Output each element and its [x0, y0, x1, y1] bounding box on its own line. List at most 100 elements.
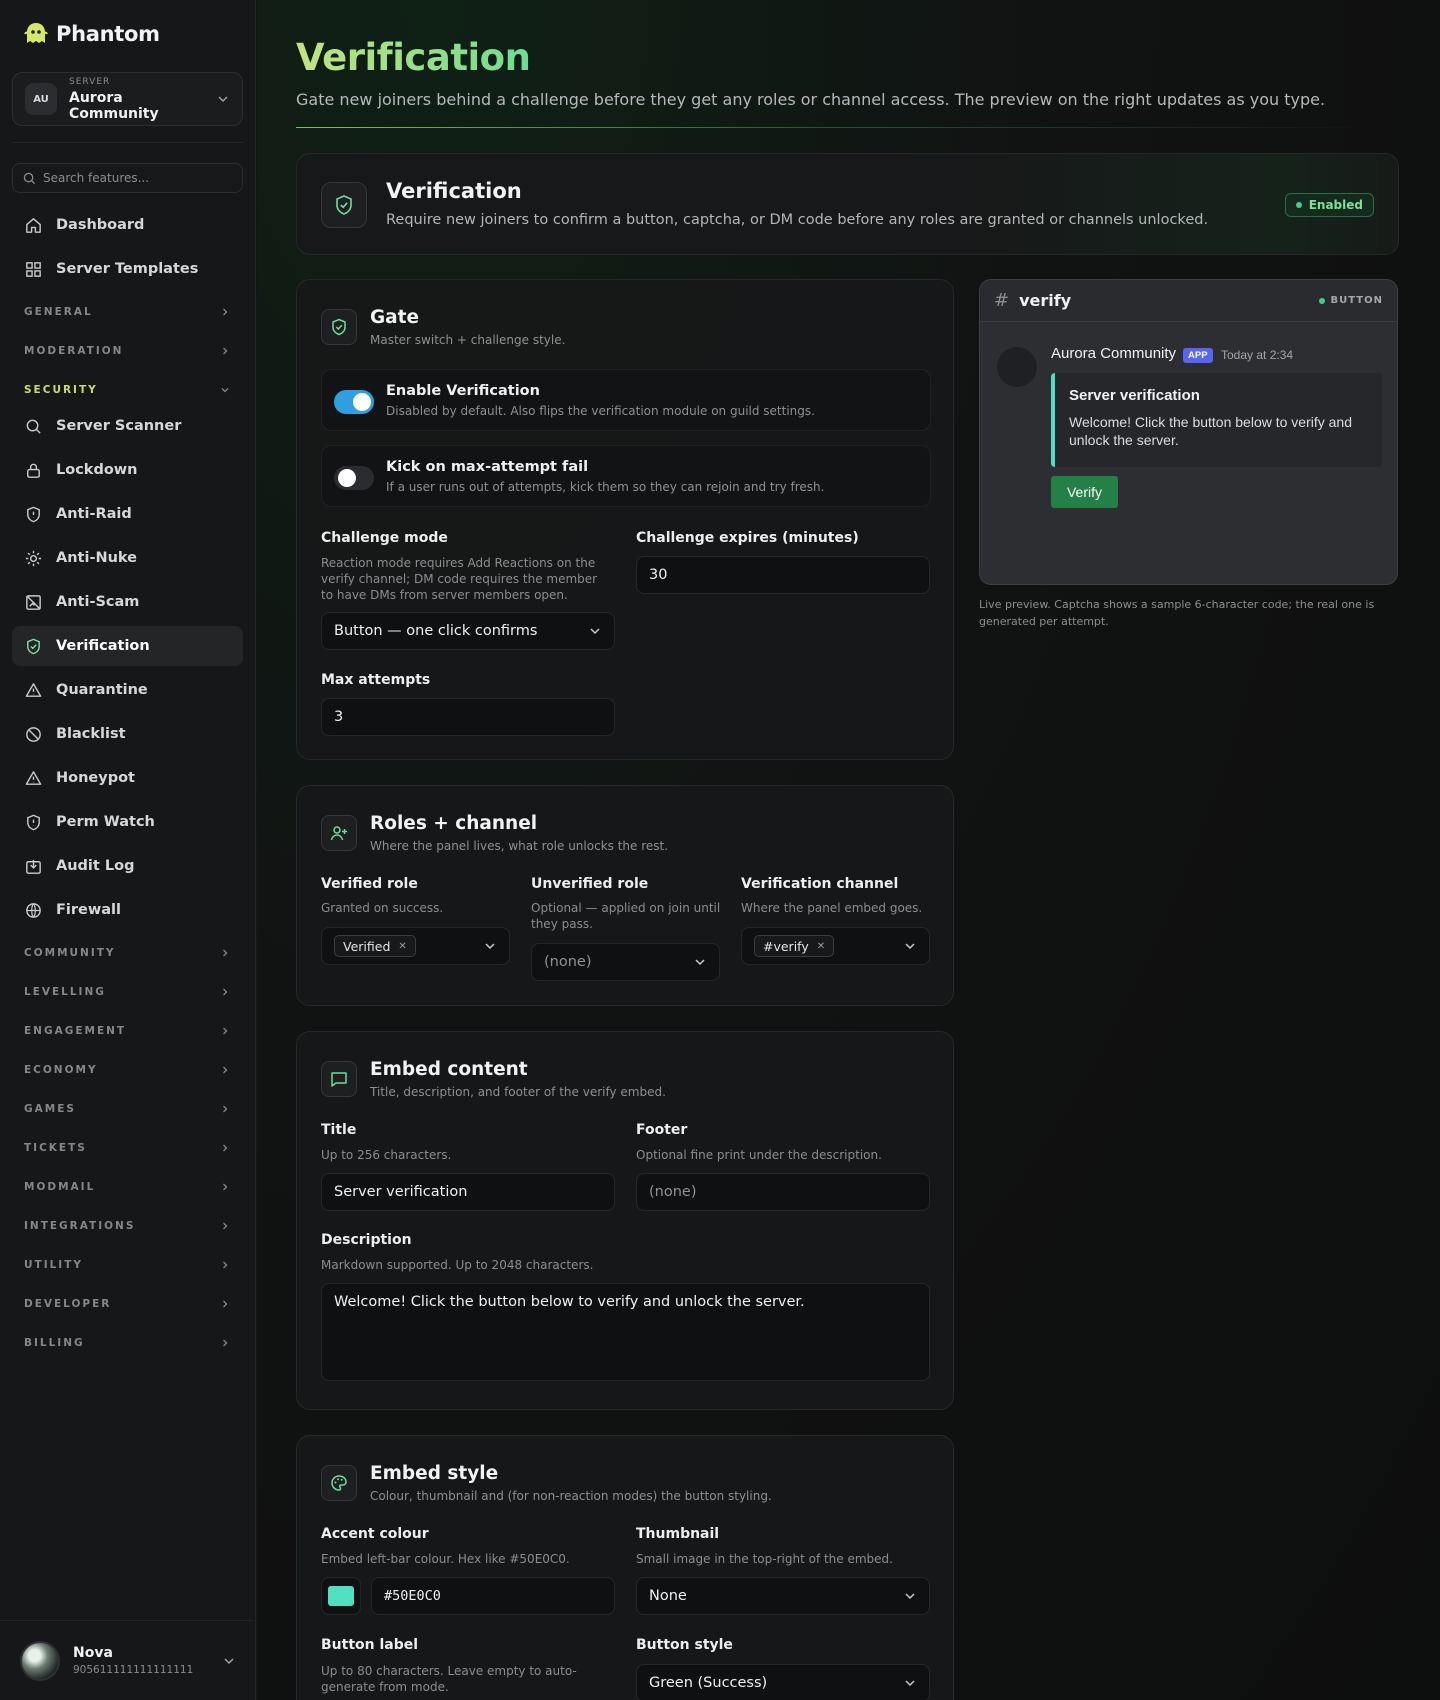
nav-section-games[interactable]: GAMES	[24, 1099, 231, 1119]
chevron-right-icon	[223, 1066, 228, 1074]
remove-chip-icon[interactable]: ✕	[817, 941, 825, 952]
preview-channel-header: # verify BUTTON	[980, 280, 1397, 322]
unverified-role-select[interactable]: (none)	[531, 943, 720, 981]
challenge-expires-label: Challenge expires (minutes)	[636, 530, 859, 546]
sidebar-item-verification[interactable]: Verification	[12, 626, 243, 666]
sidebar-item-label: Lockdown	[56, 462, 138, 478]
sidebar-item-anti-nuke[interactable]: Anti-Nuke	[12, 538, 243, 578]
section-label: SECURITY	[24, 384, 98, 396]
preview-embed-description: Welcome! Click the button below to verif…	[1069, 414, 1352, 448]
divider	[12, 142, 243, 143]
gear-icon	[25, 550, 42, 566]
nav-section-utility[interactable]: UTILITY	[24, 1255, 231, 1275]
sidebar-item-server-scanner[interactable]: Server Scanner	[12, 406, 243, 446]
sidebar-item-label: Dashboard	[56, 217, 145, 233]
sidebar-item-blacklist[interactable]: Blacklist	[12, 714, 243, 754]
verified-role-select[interactable]: Verified ✕	[321, 927, 510, 965]
sidebar-item-lockdown[interactable]: Lockdown	[12, 450, 243, 490]
sidebar-item-audit-log[interactable]: Audit Log	[12, 846, 243, 886]
kick-on-fail-toggle[interactable]	[334, 466, 374, 490]
search-icon	[23, 172, 36, 184]
section-icon-box	[321, 1465, 357, 1501]
sidebar-item-honeypot[interactable]: Honeypot	[12, 758, 243, 798]
button-label-help: Up to 80 characters. Leave empty to auto…	[321, 1664, 577, 1694]
chevron-right-icon	[223, 347, 228, 355]
embed-description-textarea[interactable]: Welcome! Click the button below to verif…	[321, 1283, 930, 1381]
message-timestamp: Today at 2:34	[1221, 348, 1294, 362]
user-menu[interactable]: Nova 905611111111111111	[0, 1620, 256, 1700]
home-icon	[26, 217, 41, 233]
sidebar-item-label: Verification	[56, 638, 150, 654]
chevron-down-icon	[905, 1593, 915, 1600]
remove-chip-icon[interactable]: ✕	[398, 941, 406, 952]
section-label: LEVELLING	[24, 986, 106, 998]
nav-section-general[interactable]: GENERAL	[24, 302, 231, 322]
sidebar-item-label: Anti-Nuke	[56, 550, 138, 566]
preview-verify-button[interactable]: Verify	[1051, 476, 1118, 508]
max-attempts-label: Max attempts	[321, 672, 431, 688]
section-subtitle: Colour, thumbnail and (for non-reaction …	[370, 1489, 772, 1503]
max-attempts-input[interactable]: 3	[321, 698, 615, 736]
enable-verification-toggle[interactable]	[334, 390, 374, 414]
section-label: ECONOMY	[24, 1064, 98, 1076]
sidebar-item-anti-raid[interactable]: Anti-Raid	[12, 494, 243, 534]
nav-section-security[interactable]: SECURITY	[24, 380, 231, 400]
server-switcher[interactable]: AU SERVER Aurora Community	[12, 72, 243, 126]
button-style-select[interactable]: Green (Success)	[636, 1664, 930, 1700]
challenge-mode-select[interactable]: Button — one click confirms	[321, 612, 615, 650]
nav-section-modmail[interactable]: MODMAIL	[24, 1177, 231, 1197]
warning-triangle-icon	[25, 682, 42, 697]
divider	[296, 127, 1371, 128]
thumbnail-select[interactable]: None	[636, 1577, 930, 1615]
server-caption: SERVER	[69, 76, 111, 87]
page-title: Verification	[296, 36, 531, 79]
section-label: INTEGRATIONS	[24, 1220, 136, 1232]
globe-icon	[26, 902, 41, 918]
section-icon-box	[321, 1061, 357, 1097]
sidebar-item-server-templates[interactable]: Server Templates	[12, 249, 243, 289]
bot-name: Aurora Community	[1051, 345, 1177, 362]
embed-footer-help: Optional fine print under the descriptio…	[636, 1148, 882, 1162]
accent-colour-input[interactable]: #50E0C0	[371, 1577, 615, 1615]
accent-colour-picker[interactable]	[321, 1577, 361, 1615]
challenge-expires-input[interactable]: 30	[636, 556, 930, 594]
server-avatar: AU	[25, 83, 57, 115]
chevron-down-icon	[590, 628, 600, 635]
toggle-help: Disabled by default. Also flips the veri…	[386, 404, 815, 418]
sidebar-item-perm-watch[interactable]: Perm Watch	[12, 802, 243, 842]
chevron-right-icon	[223, 1027, 228, 1035]
button-label-label: Button label	[321, 1637, 419, 1653]
preview-note: Live preview. Captcha shows a sample 6-c…	[979, 598, 1375, 628]
sidebar-item-dashboard[interactable]: Dashboard	[12, 205, 243, 245]
sidebar: Phantom AU SERVER Aurora Community Searc…	[0, 0, 256, 1700]
nav-section-moderation[interactable]: MODERATION	[24, 341, 231, 361]
select-value: Green (Success)	[649, 1675, 768, 1691]
nav-section-billing[interactable]: BILLING	[24, 1333, 231, 1353]
challenge-mode-help: Reaction mode requires Add Reactions on …	[321, 556, 598, 602]
nav-section-developer[interactable]: DEVELOPER	[24, 1294, 231, 1314]
embed-footer-input[interactable]: (none)	[636, 1173, 930, 1211]
sidebar-item-firewall[interactable]: Firewall	[12, 890, 243, 930]
nav-section-tickets[interactable]: TICKETS	[24, 1138, 231, 1158]
channel-chip: #verify ✕	[754, 935, 835, 957]
chevron-down-icon	[905, 943, 915, 950]
nav-section-economy[interactable]: ECONOMY	[24, 1060, 231, 1080]
nav-section-engagement[interactable]: ENGAGEMENT	[24, 1021, 231, 1041]
nav-section-integrations[interactable]: INTEGRATIONS	[24, 1216, 231, 1236]
nav-section-community[interactable]: COMMUNITY	[24, 943, 231, 963]
hash-icon: #	[994, 290, 1010, 311]
embed-title-input[interactable]: Server verification	[321, 1173, 615, 1211]
chevron-down-icon	[218, 96, 228, 103]
brand[interactable]: Phantom	[22, 20, 160, 48]
ban-icon	[26, 726, 41, 742]
accent-colour-label: Accent colour	[321, 1526, 429, 1542]
message-square-icon	[331, 1072, 347, 1087]
sidebar-item-anti-scam[interactable]: Anti-Scam	[12, 582, 243, 622]
verification-channel-select[interactable]: #verify ✕	[741, 927, 930, 965]
section-label: MODERATION	[24, 345, 124, 357]
page-subtitle: Gate new joiners behind a challenge befo…	[296, 90, 1326, 109]
sidebar-item-quarantine[interactable]: Quarantine	[12, 670, 243, 710]
preview-mode-badge: BUTTON	[1318, 295, 1383, 306]
search-input[interactable]: Search features...	[12, 163, 243, 193]
nav-section-levelling[interactable]: LEVELLING	[24, 982, 231, 1002]
